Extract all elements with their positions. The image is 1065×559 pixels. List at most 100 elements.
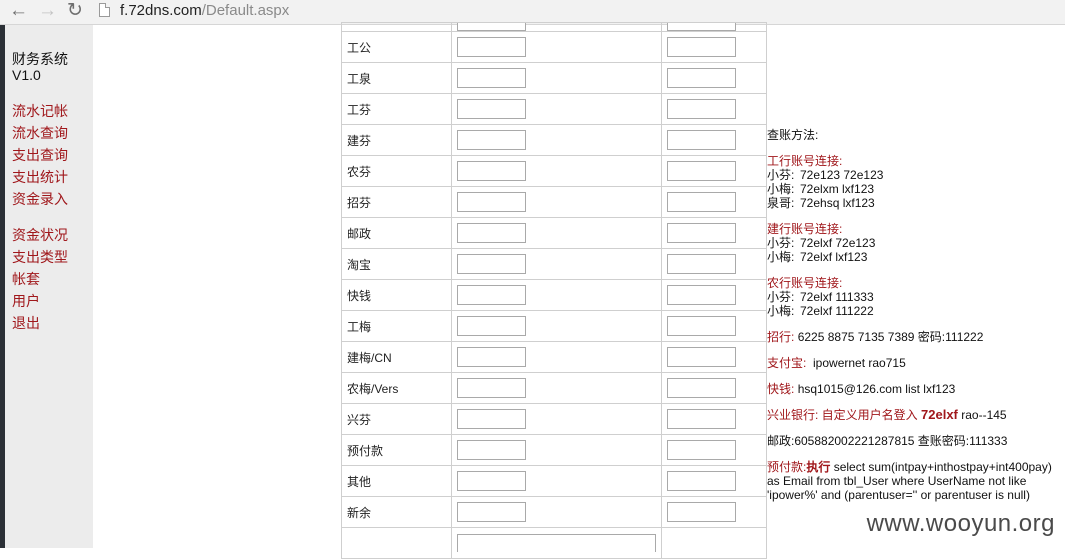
note-input[interactable] bbox=[667, 37, 736, 57]
sidebar-item-account-sets[interactable]: 帐套 bbox=[12, 271, 40, 287]
note-input[interactable] bbox=[667, 285, 736, 305]
amount-input[interactable] bbox=[457, 23, 526, 31]
system-title-name: 财务系统 bbox=[12, 51, 68, 67]
amount-input[interactable] bbox=[457, 192, 526, 212]
amount-input[interactable] bbox=[457, 409, 526, 429]
prepay-label: 预付款: bbox=[767, 460, 807, 474]
row-label: 淘宝 bbox=[341, 248, 452, 280]
row-label: 工泉 bbox=[341, 62, 452, 94]
row-label: 建梅/CN bbox=[341, 341, 452, 373]
table-row: 建芬 bbox=[341, 124, 767, 156]
cmb-label: 招行: bbox=[767, 330, 795, 344]
system-title-version: V1.0 bbox=[12, 67, 41, 83]
page-icon bbox=[99, 3, 110, 17]
address-bar[interactable]: f.72dns.com/Default.aspx bbox=[120, 1, 289, 21]
table-row: 快钱 bbox=[341, 279, 767, 311]
table-row bbox=[341, 22, 767, 32]
icbc-section: 工行账号连接: 小芬: 72e123 72e123 小梅: 72elxm lxf12… bbox=[767, 154, 1057, 210]
table-row: 工泉 bbox=[341, 62, 767, 94]
note-input[interactable] bbox=[667, 223, 736, 243]
sidebar-menu-primary: 流水记帐 流水查询 支出查询 支出统计 资金录入 bbox=[12, 100, 68, 210]
amount-input[interactable] bbox=[457, 502, 526, 522]
amount-input[interactable] bbox=[457, 285, 526, 305]
amount-input[interactable] bbox=[457, 161, 526, 181]
row-label: 工芬 bbox=[341, 93, 452, 125]
table-row: 新余 bbox=[341, 496, 767, 528]
cib-label: 兴业银行: 自定义用户名登入 bbox=[767, 408, 918, 422]
amount-input[interactable] bbox=[457, 99, 526, 119]
note-input[interactable] bbox=[667, 130, 736, 150]
prepay-line: 预付款:执行 select sum(intpay+inthostpay+int4… bbox=[767, 460, 1057, 502]
abc-line: 小梅: 72elxf 111222 bbox=[767, 304, 874, 318]
row-label: 建芬 bbox=[341, 124, 452, 156]
cib-user: 72elxf bbox=[921, 407, 958, 422]
amount-input[interactable] bbox=[457, 37, 526, 57]
sidebar-item-expense-query[interactable]: 支出查询 bbox=[12, 147, 68, 163]
icbc-line: 小芬: 72e123 72e123 bbox=[767, 168, 884, 182]
note-input[interactable] bbox=[667, 23, 736, 31]
table-row: 邮政 bbox=[341, 217, 767, 249]
sidebar-item-logout[interactable]: 退出 bbox=[12, 315, 40, 331]
note-input[interactable] bbox=[667, 68, 736, 88]
alipay-line: 支付宝: ipowernet rao715 bbox=[767, 356, 1057, 370]
note-input[interactable] bbox=[667, 99, 736, 119]
amount-input[interactable] bbox=[457, 223, 526, 243]
sidebar-item-fund-status[interactable]: 资金状况 bbox=[12, 227, 68, 243]
prepay-exec-link[interactable]: 执行 bbox=[806, 460, 830, 474]
abc-header: 农行账号连接: bbox=[767, 276, 843, 290]
kuaiqian-line: 快钱: hsq1015@126.com list lxf123 bbox=[767, 382, 1057, 396]
kuaiqian-value: hsq1015@126.com list lxf123 bbox=[797, 382, 956, 396]
cib-line: 兴业银行: 自定义用户名登入 72elxf rao--145 bbox=[767, 407, 1057, 423]
reload-icon[interactable]: ↻ bbox=[67, 1, 83, 21]
row-label: 工公 bbox=[341, 31, 452, 63]
sidebar-menu-secondary: 资金状况 支出类型 帐套 用户 退出 bbox=[12, 224, 68, 334]
amount-input[interactable] bbox=[457, 316, 526, 336]
note-input[interactable] bbox=[667, 254, 736, 274]
sidebar-item-fund-entry[interactable]: 资金录入 bbox=[12, 191, 68, 207]
table-row: 淘宝 bbox=[341, 248, 767, 280]
url-path: /Default.aspx bbox=[201, 2, 290, 19]
sidebar-item-expense-stats[interactable]: 支出统计 bbox=[12, 169, 68, 185]
note-input[interactable] bbox=[667, 347, 736, 367]
note-input[interactable] bbox=[667, 471, 736, 491]
table-row: 招芬 bbox=[341, 186, 767, 218]
sidebar-item-ledger-entry[interactable]: 流水记帐 bbox=[12, 103, 68, 119]
amount-input[interactable] bbox=[457, 68, 526, 88]
note-input[interactable] bbox=[667, 440, 736, 460]
url-host: f.72dns.com bbox=[120, 2, 202, 19]
table-row: 预付款 bbox=[341, 434, 767, 466]
amount-input[interactable] bbox=[457, 440, 526, 460]
row-label: 预付款 bbox=[341, 434, 452, 466]
note-input[interactable] bbox=[667, 192, 736, 212]
sidebar-item-users[interactable]: 用户 bbox=[12, 293, 40, 309]
note-input[interactable] bbox=[667, 316, 736, 336]
note-input[interactable] bbox=[667, 409, 736, 429]
post-line: 邮政:605882002221287815 查账密码:111333 bbox=[767, 434, 1057, 448]
row-label bbox=[341, 527, 452, 559]
icbc-header: 工行账号连接: bbox=[767, 154, 843, 168]
sidebar-item-ledger-query[interactable]: 流水查询 bbox=[12, 125, 68, 141]
row-label: 招芬 bbox=[341, 186, 452, 218]
table-row: 农梅/Vers bbox=[341, 372, 767, 404]
amount-input[interactable] bbox=[457, 471, 526, 491]
remark-input[interactable] bbox=[457, 534, 656, 552]
table-row: 工梅 bbox=[341, 310, 767, 342]
table-row bbox=[341, 527, 767, 559]
sidebar-item-expense-types[interactable]: 支出类型 bbox=[12, 249, 68, 265]
note-input[interactable] bbox=[667, 378, 736, 398]
fund-entry-table: 工公 工泉 工芬 建芬 农芬 招芬 邮政 淘宝 快钱 工梅 建梅/CN 农梅/Vers 兴芬 预付款 其他新… bbox=[341, 22, 767, 559]
row-label: 其他 bbox=[341, 465, 452, 497]
note-input[interactable] bbox=[667, 502, 736, 522]
amount-input[interactable] bbox=[457, 378, 526, 398]
amount-input[interactable] bbox=[457, 130, 526, 150]
ccb-line: 小芬: 72elxf 72e123 bbox=[767, 236, 876, 250]
table-row: 农芬 bbox=[341, 155, 767, 187]
amount-input[interactable] bbox=[457, 347, 526, 367]
back-arrow-icon[interactable]: ← bbox=[9, 1, 28, 21]
forward-arrow-icon[interactable]: → bbox=[38, 1, 57, 21]
alipay-value: ipowernet rao715 bbox=[813, 356, 906, 370]
amount-input[interactable] bbox=[457, 254, 526, 274]
note-input[interactable] bbox=[667, 161, 736, 181]
abc-line: 小芬: 72elxf 111333 bbox=[767, 290, 874, 304]
system-title: 财务系统 V1.0 bbox=[12, 51, 68, 83]
